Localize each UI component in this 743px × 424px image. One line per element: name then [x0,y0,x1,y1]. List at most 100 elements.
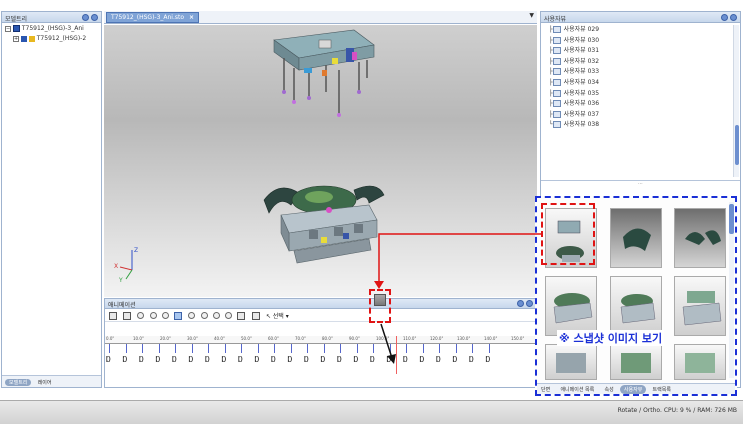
snapshot-thumbnail[interactable] [610,208,662,268]
record-icon[interactable] [237,311,246,320]
delete-animation-icon[interactable] [123,311,132,320]
keyframe-marker[interactable] [241,344,242,353]
keyframe-marker[interactable] [488,344,490,353]
list-item[interactable]: └ 사용자뷰 038 [549,120,730,131]
list-item[interactable]: ├ 사용자뷰 035 [549,89,730,100]
step-back-icon[interactable] [161,312,169,319]
keyframe-marker[interactable] [373,344,374,353]
step-forward-icon[interactable] [200,312,208,319]
snapshot-thumbnail[interactable] [545,276,597,336]
splitter-handle[interactable]: ⋯ [541,181,740,191]
keyframe-glyph[interactable]: Ɒ [469,355,474,364]
prev-key-icon[interactable] [149,312,157,319]
keyframe-marker[interactable] [406,344,407,353]
keyframe-glyph[interactable]: Ɒ [420,355,425,364]
list-item[interactable]: ├ 사용자뷰 033 [549,67,730,78]
timeline-cursor[interactable] [396,336,397,374]
keyframe-marker[interactable] [472,344,473,353]
tab-animation-list[interactable]: 애니메이션 목록 [556,385,598,394]
keyframe-glyph[interactable]: Ɒ [370,355,375,364]
close-icon[interactable] [91,14,98,21]
keyframe-glyph[interactable]: Ɒ [403,355,408,364]
new-animation-icon[interactable] [109,311,117,320]
keyframe-marker[interactable] [422,344,424,353]
keyframe-glyph[interactable]: Ɒ [238,355,243,364]
keyframe-glyph[interactable]: Ɒ [288,355,293,364]
snapshot-thumbnail[interactable] [674,276,726,336]
list-item[interactable]: ├ 사용자뷰 034 [549,78,730,89]
list-item[interactable]: ├ 사용자뷰 030 [549,36,730,47]
keyframe-glyph[interactable]: Ɒ [189,355,194,364]
tab-track-list[interactable]: 트랙목록 [649,385,675,394]
tab-section[interactable]: 단면 [537,385,554,394]
stop-icon[interactable] [174,311,183,320]
keyframe-marker[interactable] [158,344,160,353]
tab-list-dropdown-icon[interactable]: ▼ [529,12,534,19]
keyframe-marker[interactable] [307,344,308,353]
keyframe-marker[interactable] [109,344,110,353]
go-start-icon[interactable] [137,312,145,319]
close-icon[interactable] [526,300,533,307]
3d-viewport[interactable]: Z X Y [104,25,537,297]
expand-icon[interactable]: − [5,26,11,32]
keyframe-glyph[interactable]: Ɒ [337,355,342,364]
keyframe-marker[interactable] [142,344,143,353]
tab-close-icon[interactable]: × [189,14,194,21]
gallery-scrollbar[interactable] [729,202,734,378]
keyframe-track[interactable]: ⱰⱰⱰⱰⱰⱰⱰⱰⱰⱰⱰⱰⱰⱰⱰⱰⱰⱰⱰⱰⱰⱰⱰⱰ [105,344,536,374]
keyframe-glyph[interactable]: Ɒ [486,355,491,364]
document-tab[interactable]: T75912_(HSG)-3_Ani.sto × [106,12,199,23]
keyframe-glyph[interactable]: Ɒ [106,355,111,364]
keyframe-glyph[interactable]: Ɒ [387,355,392,364]
snapshot-thumbnail[interactable] [674,344,726,380]
keyframe-glyph[interactable]: Ɒ [453,355,458,364]
tab-layer[interactable]: 레이어 [34,379,56,386]
keyframe-glyph[interactable]: Ɒ [123,355,128,364]
select-dropdown[interactable]: ↖ 선택 ▾ [266,313,289,320]
keyframe-marker[interactable] [439,344,440,353]
keyframe-glyph[interactable]: Ɒ [222,355,227,364]
keyframe-glyph[interactable]: Ɒ [436,355,441,364]
timeline[interactable]: 0.0" 10.0" 20.0" 30.0" 40.0" 50.0" 60.0"… [105,322,536,386]
snapshot-thumbnail[interactable] [610,276,662,336]
tree-item[interactable]: + T75912_(HSG)-2 [5,35,98,45]
scrollbar-thumb[interactable] [729,204,734,234]
keyframe-glyph[interactable]: Ɒ [255,355,260,364]
keyframe-marker[interactable] [340,344,341,353]
list-item[interactable]: ├ 사용자뷰 032 [549,57,730,68]
keyframe-marker[interactable] [224,344,226,353]
settings-icon[interactable] [251,311,260,320]
snapshot-thumbnail[interactable] [610,344,662,380]
list-item[interactable]: ├ 사용자뷰 031 [549,46,730,57]
keyframe-marker[interactable] [323,344,325,353]
list-item[interactable]: ├ 사용자뷰 029 [549,25,730,36]
keyframe-marker[interactable] [455,344,457,353]
close-icon[interactable] [730,14,737,21]
keyframe-glyph[interactable]: Ɒ [354,355,359,364]
scrollbar-thumb[interactable] [735,125,739,165]
tab-model-tree[interactable]: 모델트리 [5,379,32,386]
pin-icon[interactable] [82,14,89,21]
keyframe-marker[interactable] [290,344,292,353]
snapshot-thumbnail[interactable] [545,344,597,380]
pin-icon[interactable] [517,300,524,307]
keyframe-glyph[interactable]: Ɒ [271,355,276,364]
list-scrollbar[interactable] [733,25,739,177]
list-item[interactable]: ├ 사용자뷰 037 [549,110,730,121]
keyframe-marker[interactable] [356,344,358,353]
keyframe-glyph[interactable]: Ɒ [321,355,326,364]
keyframe-glyph[interactable]: Ɒ [205,355,210,364]
go-end-icon[interactable] [225,312,233,319]
keyframe-marker[interactable] [208,344,209,353]
tab-user-view[interactable]: 사용자뷰 [619,385,647,394]
snapshot-thumbnail[interactable] [674,208,726,268]
keyframe-glyph[interactable]: Ɒ [304,355,309,364]
pin-icon[interactable] [721,14,728,21]
keyframe-glyph[interactable]: Ɒ [172,355,177,364]
keyframe-marker[interactable] [191,344,193,353]
keyframe-marker[interactable] [274,344,275,353]
keyframe-marker[interactable] [257,344,259,353]
tree-item[interactable]: − T75912_(HSG)-3_Ani [5,25,98,35]
list-item[interactable]: ├ 사용자뷰 036 [549,99,730,110]
play-icon[interactable] [188,312,196,319]
